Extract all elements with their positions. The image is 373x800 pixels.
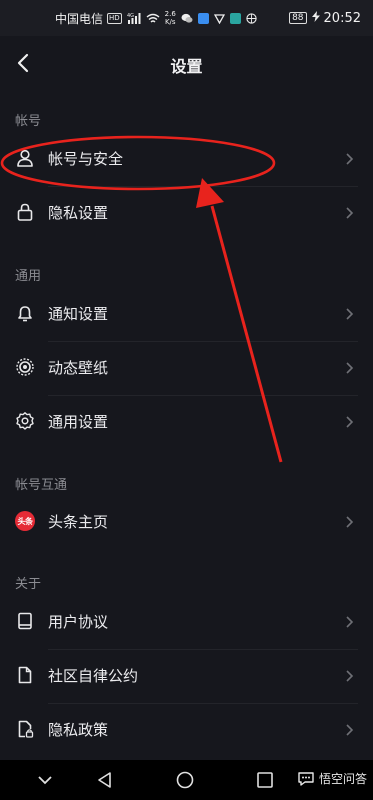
- divider: [48, 649, 358, 650]
- wechat-icon: [181, 13, 193, 24]
- gear-icon: [15, 411, 35, 431]
- square-recents-icon: [257, 772, 273, 788]
- section-title-account: 帐号: [15, 114, 42, 129]
- home-button[interactable]: [175, 770, 195, 790]
- charging-icon: [311, 11, 321, 25]
- toutiao-logo: 头条: [15, 511, 35, 531]
- hd-badge: HD: [107, 12, 122, 24]
- lock-icon: [15, 202, 35, 222]
- watermark: 悟空问答: [297, 770, 367, 787]
- speed-value: 2.6: [164, 10, 176, 18]
- settings-item-toutiao-homepage[interactable]: 头条 头条主页: [0, 497, 373, 545]
- divider: [48, 341, 358, 342]
- dynamic-wallpaper-icon: [15, 357, 35, 377]
- section-title-linked-accounts: 帐号互通: [15, 478, 68, 493]
- clock: 20:52: [323, 10, 361, 26]
- chevron-right-icon: [345, 414, 354, 428]
- settings-item-account-security[interactable]: 帐号与安全: [0, 134, 373, 182]
- page-title: 设置: [170, 57, 203, 76]
- globe-icon: [246, 12, 257, 24]
- settings-item-label: 动态壁纸: [48, 359, 109, 377]
- triangle-back-icon: [98, 772, 111, 788]
- chevron-right-icon: [345, 151, 354, 165]
- settings-item-label: 隐私设置: [48, 204, 109, 222]
- document-icon: [15, 665, 35, 685]
- status-bar: 中国电信 HD 4G 2.6 K/s 88 20:52: [0, 0, 373, 36]
- back-nav-button[interactable]: [95, 770, 115, 790]
- settings-item-label: 通知设置: [48, 305, 109, 323]
- chevron-right-icon: [345, 722, 354, 736]
- book-icon: [15, 611, 35, 631]
- battery-indicator: 88: [289, 12, 307, 24]
- settings-item-label: 隐私政策: [48, 721, 109, 739]
- speed-unit: K/s: [164, 18, 176, 26]
- divider: [48, 395, 358, 396]
- circle-home-icon: [176, 771, 194, 789]
- signal-icon: 4G: [127, 12, 141, 24]
- divider: [48, 703, 358, 704]
- settings-item-label: 社区自律公约: [48, 667, 139, 685]
- user-icon: [15, 148, 35, 168]
- settings-item-label: 通用设置: [48, 413, 109, 431]
- divider: [48, 186, 358, 187]
- section-title-general: 通用: [15, 269, 42, 284]
- collapse-button[interactable]: [35, 770, 55, 790]
- chevron-right-icon: [345, 614, 354, 628]
- nav-bar: 设置: [0, 36, 373, 92]
- settings-item-label: 用户协议: [48, 613, 109, 631]
- app-notification-icon: [197, 12, 209, 24]
- chevron-down-icon: [38, 776, 52, 785]
- chevron-right-icon: [345, 306, 354, 320]
- carrier-name: 中国电信: [55, 11, 104, 26]
- section-title-about: 关于: [15, 577, 42, 592]
- message-app-icon: [229, 12, 241, 24]
- recents-button[interactable]: [255, 770, 275, 790]
- watermark-text: 悟空问答: [318, 772, 367, 786]
- chat-bubble-icon: [297, 771, 315, 787]
- chevron-right-icon: [345, 668, 354, 682]
- chevron-right-icon: [345, 514, 354, 528]
- network-speed: 2.6 K/s: [165, 10, 176, 26]
- settings-item-privacy-policy[interactable]: 隐私政策: [0, 705, 373, 753]
- chevron-right-icon: [345, 360, 354, 374]
- settings-item-user-agreement[interactable]: 用户协议: [0, 597, 373, 645]
- wifi-icon: [146, 13, 160, 24]
- settings-item-community-guidelines[interactable]: 社区自律公约: [0, 651, 373, 699]
- settings-item-notifications[interactable]: 通知设置: [0, 289, 373, 337]
- settings-item-general-settings[interactable]: 通用设置: [0, 397, 373, 445]
- settings-screen: 设置 帐号 帐号与安全 隐私设置 通用 通知设置 动态壁纸 通用设置 帐号互通 …: [0, 36, 373, 760]
- chevron-right-icon: [345, 205, 354, 219]
- vpn-icon: [213, 13, 225, 24]
- settings-item-label: 帐号与安全: [48, 150, 124, 168]
- settings-item-privacy-settings[interactable]: 隐私设置: [0, 188, 373, 236]
- settings-item-label: 头条主页: [48, 513, 109, 531]
- bell-icon: [15, 303, 35, 323]
- privacy-document-icon: [15, 719, 35, 739]
- settings-item-dynamic-wallpaper[interactable]: 动态壁纸: [0, 343, 373, 391]
